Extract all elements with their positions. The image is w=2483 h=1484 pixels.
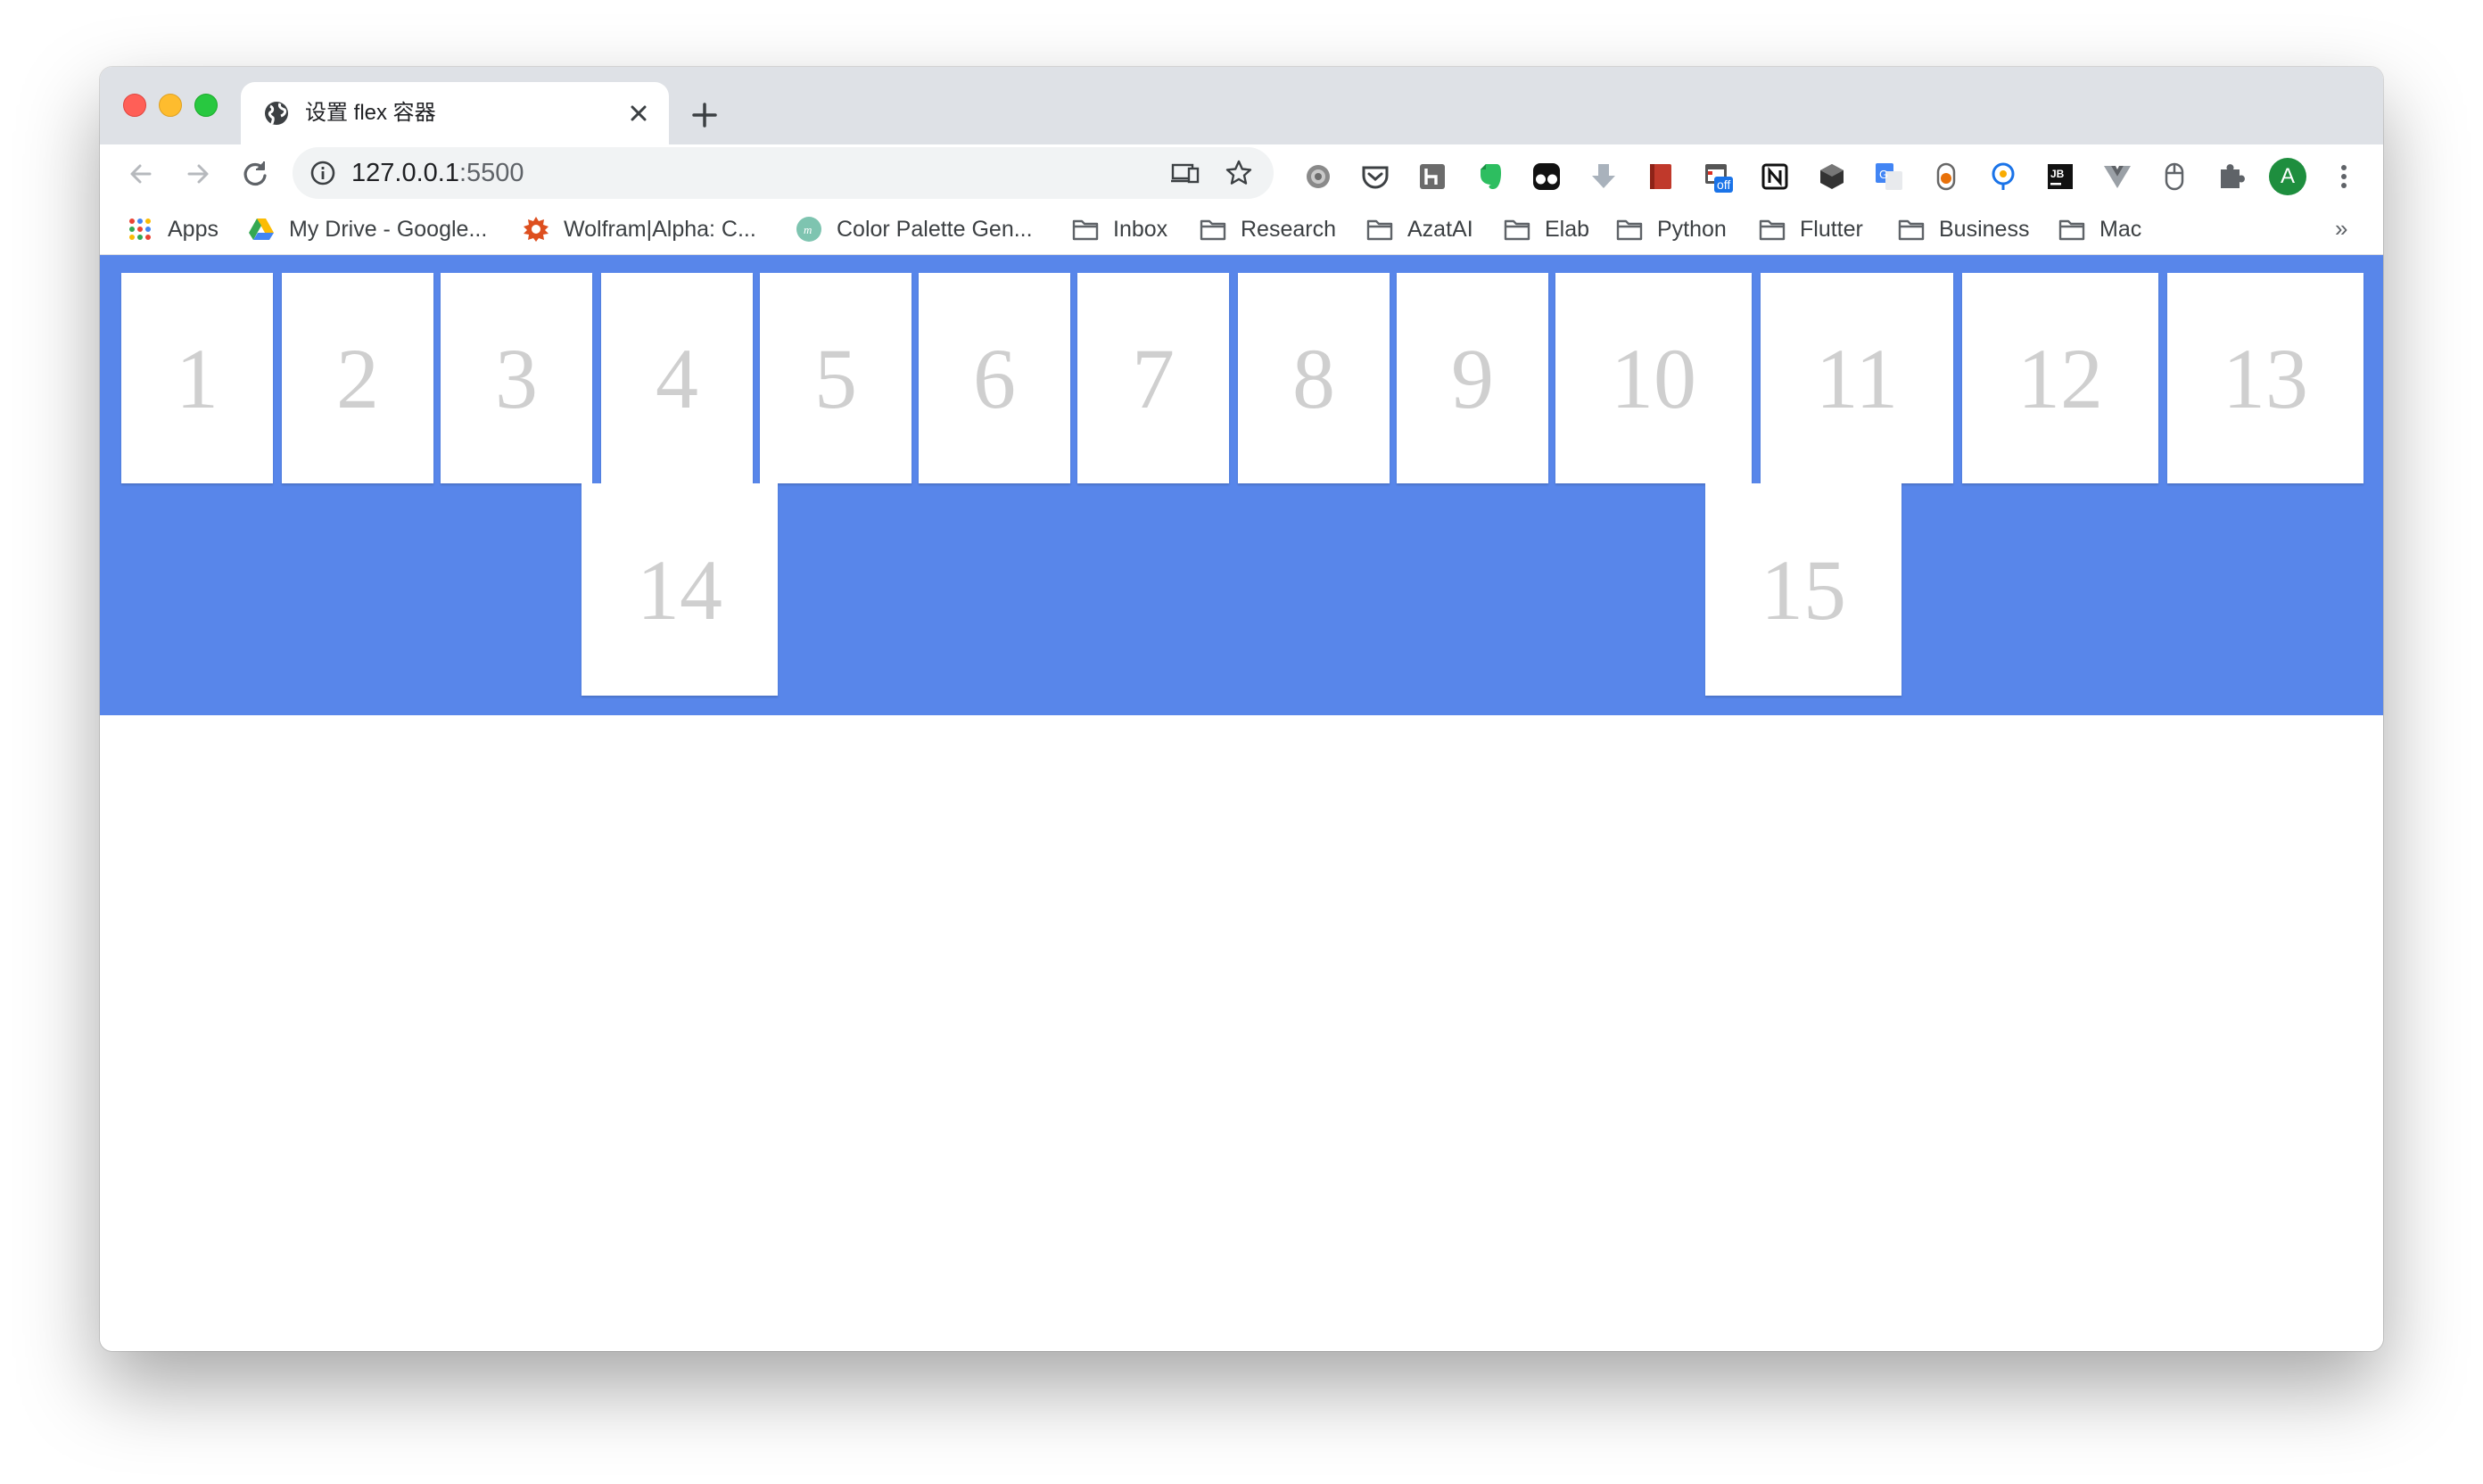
bookmark-folder-python[interactable]: Python xyxy=(1616,211,1727,247)
flex-item-9: 9 xyxy=(1397,273,1548,483)
flex-item-8: 8 xyxy=(1238,273,1390,483)
tab-title: 设置 flex 容器 xyxy=(305,101,436,125)
browser-window: 设置 flex 容器 127.0.0.1:5500 off G JB A App… xyxy=(100,67,2383,1351)
bookmark-my-drive[interactable]: My Drive - Google... xyxy=(248,211,487,247)
vue-devtools-icon[interactable] xyxy=(2101,161,2133,193)
active-tab[interactable]: 设置 flex 容器 xyxy=(241,82,669,144)
extension-badge: off xyxy=(1714,177,1734,193)
forward-arrow-icon[interactable] xyxy=(180,156,216,192)
flex-item-14: 14 xyxy=(582,483,778,696)
tampermonkey-icon[interactable] xyxy=(1530,161,1563,193)
flex-item-5: 5 xyxy=(760,273,912,483)
more-menu-icon[interactable] xyxy=(2337,161,2351,193)
address-bar[interactable]: 127.0.0.1:5500 xyxy=(293,147,1274,199)
mouse-icon[interactable] xyxy=(2158,161,2190,193)
profile-avatar[interactable]: A xyxy=(2269,158,2306,195)
jetbrains-icon[interactable]: JB xyxy=(2044,161,2076,193)
bookmark-folder-flutter[interactable]: Flutter xyxy=(1759,211,1863,247)
tomato-timer-icon[interactable] xyxy=(1930,161,1962,193)
folder-icon xyxy=(1072,219,1099,241)
url-text: 127.0.0.1:5500 xyxy=(351,159,524,187)
reload-icon[interactable] xyxy=(237,156,273,192)
h-extension-icon[interactable] xyxy=(1416,161,1448,193)
flex-item-13: 13 xyxy=(2167,273,2363,483)
bookmarks-overflow-chevron[interactable]: » xyxy=(2335,215,2347,243)
evernote-icon[interactable] xyxy=(1473,161,1505,193)
apps-grid-icon xyxy=(129,218,151,240)
flex-item-6: 6 xyxy=(919,273,1070,483)
notion-icon[interactable] xyxy=(1759,161,1791,193)
bookmarks-bar: Apps My Drive - Google... Wolfram|Alpha:… xyxy=(100,204,2383,255)
settings-gear-icon[interactable] xyxy=(1302,161,1334,193)
google-translate-icon[interactable]: G xyxy=(1873,161,1905,193)
flex-item-2: 2 xyxy=(282,273,433,483)
folder-icon xyxy=(1616,219,1643,241)
bookmark-folder-inbox[interactable]: Inbox xyxy=(1072,211,1167,247)
folder-icon xyxy=(1366,219,1393,241)
bookmark-star-icon[interactable] xyxy=(1224,158,1254,188)
flex-item-10: 10 xyxy=(1555,273,1752,483)
bookmark-folder-business[interactable]: Business xyxy=(1898,211,2029,247)
folder-icon xyxy=(2058,219,2085,241)
back-arrow-icon[interactable] xyxy=(123,156,159,192)
toolbar: 127.0.0.1:5500 off G JB A xyxy=(100,144,2383,204)
color-palette-icon: m xyxy=(796,217,821,242)
globe-icon xyxy=(265,102,288,125)
install-app-icon[interactable] xyxy=(1170,159,1200,187)
google-drive-icon xyxy=(249,218,274,240)
bookmark-wolfram-alpha[interactable]: Wolfram|Alpha: C... xyxy=(523,211,756,247)
download-arrow-icon[interactable] xyxy=(1588,161,1620,193)
flex-item-4: 4 xyxy=(601,273,753,483)
minimize-window-button[interactable] xyxy=(159,94,182,117)
site-info-icon[interactable] xyxy=(309,159,337,187)
tab-strip: 设置 flex 容器 xyxy=(100,67,2383,144)
off-badge-extension[interactable]: off xyxy=(1702,161,1734,193)
page-content: 1 2 3 4 5 6 7 8 9 10 11 12 13 14 15 xyxy=(100,255,2383,1351)
bookmark-apps[interactable]: Apps xyxy=(127,211,219,247)
svg-text:JB: JB xyxy=(2050,168,2065,180)
pocket-icon[interactable] xyxy=(1359,161,1391,193)
flex-item-12: 12 xyxy=(1962,273,2158,483)
new-tab-plus-icon[interactable] xyxy=(687,97,722,133)
flex-item-15: 15 xyxy=(1705,483,1901,696)
bookmark-color-palette[interactable]: m Color Palette Gen... xyxy=(796,211,1033,247)
folder-icon xyxy=(1759,219,1786,241)
bookmark-folder-elab[interactable]: Elab xyxy=(1504,211,1589,247)
flex-item-3: 3 xyxy=(441,273,592,483)
folder-icon xyxy=(1504,219,1530,241)
bookmark-folder-research[interactable]: Research xyxy=(1200,211,1336,247)
bookmark-folder-azatai[interactable]: AzatAI xyxy=(1366,211,1473,247)
wolfram-icon xyxy=(524,217,549,242)
close-tab-icon[interactable] xyxy=(624,99,653,128)
flex-item-1: 1 xyxy=(121,273,273,483)
flex-container: 1 2 3 4 5 6 7 8 9 10 11 12 13 14 15 xyxy=(100,255,2383,715)
bookmark-folder-mac[interactable]: Mac xyxy=(2058,211,2141,247)
puzzle-icon[interactable] xyxy=(2215,161,2248,193)
location-pin-icon[interactable] xyxy=(1987,161,2019,193)
svg-text:G: G xyxy=(1879,168,1888,181)
close-window-button[interactable] xyxy=(123,94,146,117)
folder-icon xyxy=(1898,219,1925,241)
svg-text:m: m xyxy=(804,223,812,236)
red-book-icon[interactable] xyxy=(1645,161,1677,193)
flex-item-11: 11 xyxy=(1761,273,1953,483)
folder-icon xyxy=(1200,219,1226,241)
flex-item-7: 7 xyxy=(1077,273,1229,483)
zoom-window-button[interactable] xyxy=(194,94,218,117)
cube-icon[interactable] xyxy=(1816,161,1848,193)
